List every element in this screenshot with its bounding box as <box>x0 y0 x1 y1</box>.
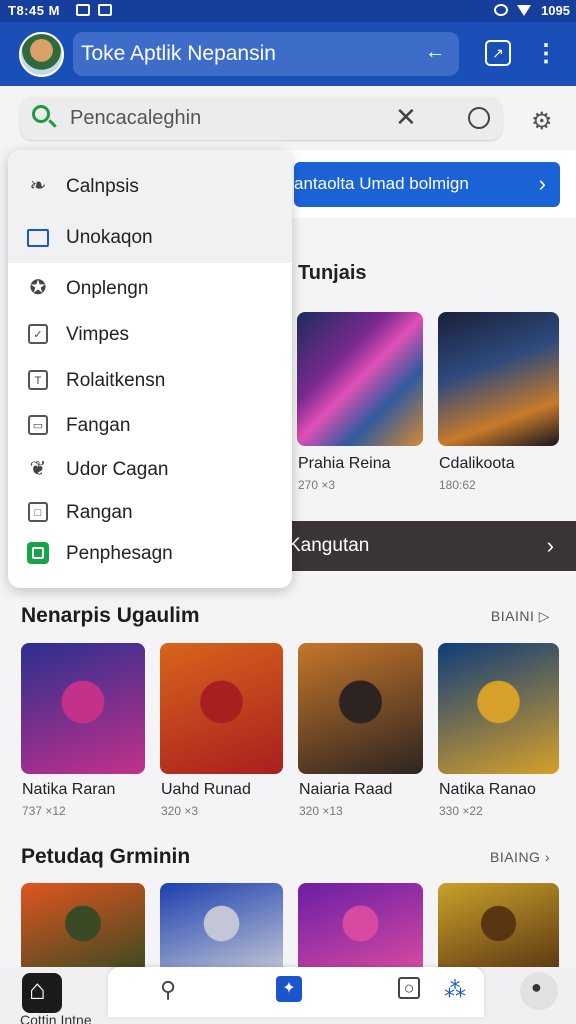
banner-text: antaolta Umad bolmign <box>294 174 469 193</box>
game-art <box>298 883 423 973</box>
menu-item[interactable]: ❦ Udor Cagan <box>8 449 292 489</box>
timer-icon[interactable] <box>468 107 490 129</box>
game-title: Prahia Reina <box>298 455 391 472</box>
section-title: Petudaq Grminin <box>21 845 191 868</box>
search-icon <box>32 105 50 123</box>
menu-item[interactable]: ❧ Calnpsis <box>8 166 292 206</box>
menu-item-label: Udor Cagan <box>66 459 169 480</box>
game-meta: 737 ×12 <box>22 804 66 818</box>
app-bar: Toke Aptlik Nepansin ← ↗ ⋮ <box>0 22 576 86</box>
search-icon[interactable]: ⚲ <box>160 977 176 1003</box>
checkbox-icon: ✓ <box>28 324 48 344</box>
game-tile[interactable] <box>298 643 423 774</box>
gear-icon[interactable]: ⚙ <box>531 107 553 136</box>
section-title: Tunjais <box>298 262 367 284</box>
game-meta: 270 ×3 <box>298 478 336 492</box>
clear-icon[interactable]: ✕ <box>395 102 417 133</box>
notification-icon <box>98 4 112 16</box>
section-title: Nenarpis Ugaulim <box>21 604 200 627</box>
leaf-icon: ❦ <box>29 458 47 480</box>
game-art <box>298 643 423 774</box>
avatar[interactable] <box>19 32 64 77</box>
chevron-right-icon: › <box>538 171 546 196</box>
game-tile[interactable] <box>298 883 423 973</box>
app-title-field[interactable]: Toke Aptlik Nepansin ← <box>73 32 459 76</box>
game-tile[interactable] <box>438 643 559 774</box>
wifi-icon <box>517 5 532 16</box>
game-art <box>438 643 559 774</box>
game-art <box>438 312 559 446</box>
menu-item-label: Penphesagn <box>66 543 173 564</box>
menu-item[interactable]: Unokaqon <box>8 217 292 257</box>
menu-item-label: Unokaqon <box>66 227 153 248</box>
game-title: Natika Ranao <box>439 781 536 798</box>
notification-icon <box>76 4 90 16</box>
edit-square-icon[interactable]: ↗ <box>485 40 511 66</box>
square-icon: □ <box>28 502 48 522</box>
game-art <box>297 312 423 446</box>
back-arrow-icon[interactable]: ← <box>425 41 445 64</box>
game-tile[interactable] <box>21 643 145 774</box>
home-icon[interactable] <box>22 973 62 1013</box>
dropdown-menu: ❧ Calnpsis Unokaqon ✪ Onplengn ✓ Vimpes T Rolait… <box>8 150 292 588</box>
menu-item[interactable]: T Rolaitkensn <box>8 360 292 400</box>
share-icon[interactable]: ⁂ <box>444 977 466 1003</box>
menu-item-label: Onplengn <box>66 278 149 299</box>
menu-item[interactable]: ✓ Vimpes <box>8 314 292 354</box>
alarm-icon <box>493 4 508 16</box>
see-all-link[interactable]: BIAINI ▷ <box>491 608 550 625</box>
game-tile[interactable] <box>21 883 145 973</box>
menu-item-label: Rolaitkensn <box>66 370 166 391</box>
strip-label: Kangutan <box>288 535 370 556</box>
search-input[interactable]: Pencacaleghin <box>70 107 201 130</box>
folder-icon: ▭ <box>28 415 48 435</box>
battery-level: 1095 <box>541 3 570 18</box>
game-art <box>21 643 145 774</box>
game-tile[interactable] <box>297 312 423 446</box>
category-strip[interactable]: Kangutan › <box>280 521 576 571</box>
game-art <box>160 643 283 774</box>
green-app-icon <box>27 542 49 564</box>
menu-item-label: Rangan <box>66 502 133 523</box>
search-bar[interactable]: Pencacaleghin ✕ <box>20 97 502 140</box>
game-art <box>160 883 283 973</box>
menu-item-label: Vimpes <box>66 324 130 345</box>
menu-item[interactable]: ✪ Onplengn <box>8 268 292 308</box>
game-tile[interactable] <box>438 883 559 973</box>
menu-item[interactable]: □ Rangan <box>8 492 292 532</box>
profile-icon[interactable] <box>520 972 558 1010</box>
chevron-right-icon: › <box>546 533 554 558</box>
status-time: T8:45 M <box>8 3 60 18</box>
text-box-icon: T <box>28 370 48 390</box>
game-tile[interactable] <box>160 643 283 774</box>
menu-item-label: Calnpsis <box>66 176 139 197</box>
status-right: 1095 <box>488 3 570 18</box>
app-title: Toke Aptlik Nepansin <box>81 42 276 65</box>
status-bar: T8:45 M 1095 <box>0 0 576 22</box>
game-title: Natika Raran <box>22 781 116 798</box>
game-tile[interactable] <box>160 883 283 973</box>
game-art <box>21 883 145 973</box>
badge-icon: ✪ <box>29 277 47 299</box>
window-icon <box>27 229 49 247</box>
game-title: Naiaria Raad <box>299 781 393 798</box>
game-title: Cdalikoota <box>439 455 515 472</box>
feather-icon: ❧ <box>29 175 47 197</box>
games-icon[interactable]: ✦ <box>276 976 302 1002</box>
menu-item[interactable]: ▭ Fangan <box>8 405 292 445</box>
promo-banner[interactable]: antaolta Umad bolmign › <box>294 162 560 207</box>
menu-item[interactable]: Penphesagn <box>8 533 292 573</box>
game-title: Uahd Runad <box>161 781 251 798</box>
game-tile[interactable] <box>438 312 559 446</box>
see-all-link[interactable]: BIAING › <box>490 849 550 865</box>
bottom-cut-text: Cottin Intne <box>20 1012 92 1024</box>
game-art <box>438 883 559 973</box>
tablet-icon[interactable]: ○ <box>398 977 420 999</box>
game-meta: 320 ×13 <box>299 804 343 818</box>
game-meta: 330 ×22 <box>439 804 483 818</box>
more-vert-icon[interactable]: ⋮ <box>532 40 560 68</box>
menu-item-label: Fangan <box>66 415 131 436</box>
game-meta: 320 ×3 <box>161 804 199 818</box>
game-meta: 180:62 <box>439 478 476 492</box>
